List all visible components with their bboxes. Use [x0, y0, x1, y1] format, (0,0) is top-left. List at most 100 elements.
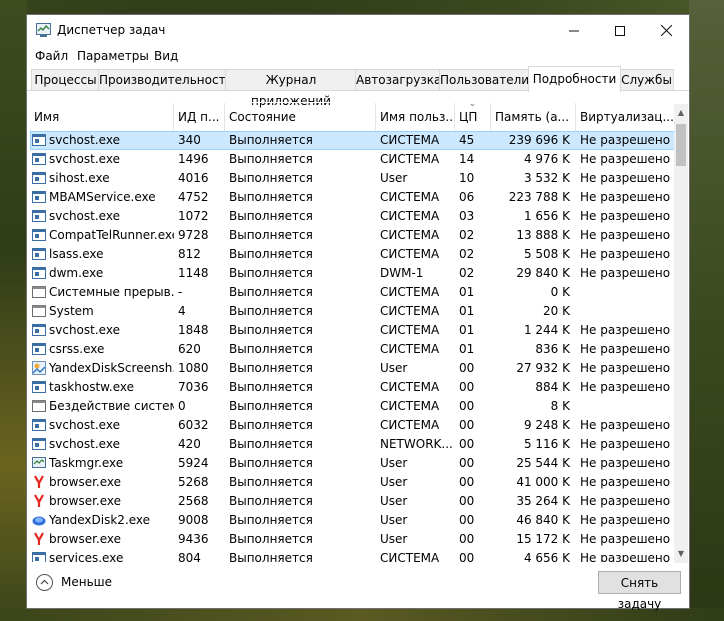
process-user: User — [380, 361, 408, 375]
table-row[interactable]: browser.exe 9436 Выполняется User 00 15 172 K… — [30, 530, 675, 549]
chevron-up-icon[interactable] — [36, 574, 53, 591]
process-virtualization: Не разрешено — [580, 342, 671, 356]
table-row[interactable]: svchost.exe 420 Выполняется NETWORK... 00 5 1… — [30, 435, 675, 454]
process-memory: 5 508 K — [523, 247, 570, 261]
table-row[interactable]: svchost.exe 1496 Выполняется СИСТЕМА 14 4 976… — [30, 150, 675, 169]
process-status: Выполняется — [229, 399, 313, 413]
table-row[interactable]: svchost.exe 340 Выполняется СИСТЕМА 45 239 69… — [30, 131, 675, 150]
column-header-virtualization[interactable]: Виртуализац... — [576, 103, 675, 131]
system-icon — [32, 285, 46, 299]
table-row[interactable]: System 4 Выполняется СИСТЕМА 01 20 K — [30, 302, 675, 321]
table-row[interactable]: Системные прерыв... - Выполняется СИСТЕМА 01… — [30, 283, 675, 302]
maximize-button[interactable] — [597, 15, 643, 46]
table-row[interactable]: sihost.exe 4016 Выполняется User 10 3 532 K Не… — [30, 169, 675, 188]
process-memory: 3 532 K — [523, 171, 570, 185]
table-row[interactable]: dwm.exe 1148 Выполняется DWM-1 02 29 840 K Не … — [30, 264, 675, 283]
vertical-scrollbar[interactable]: ▲ ▼ — [674, 104, 688, 563]
tab-services[interactable]: Службы — [619, 69, 674, 91]
service-icon — [32, 171, 46, 185]
task-manager-icon — [36, 23, 51, 37]
column-header-name[interactable]: Имя — [30, 103, 174, 131]
menu-file[interactable]: Файл — [35, 49, 68, 63]
process-status: Выполняется — [229, 494, 313, 508]
menu-view[interactable]: Вид — [154, 49, 178, 63]
table-row[interactable]: services.exe 804 Выполняется СИСТЕМА 00 4 656… — [30, 549, 675, 562]
table-row[interactable]: MBAMService.exe 4752 Выполняется СИСТЕМА 06 2… — [30, 188, 675, 207]
process-virtualization — [580, 283, 675, 302]
details-table: Имя ИД п... Состояние Имя польз... ⌄ ЦП … — [30, 102, 687, 562]
table-row[interactable]: Taskmgr.exe 5924 Выполняется User 00 25 544 K… — [30, 454, 675, 473]
process-memory: 9 248 K — [523, 418, 570, 432]
tab-details[interactable]: Подробности — [528, 66, 621, 92]
table-row[interactable]: svchost.exe 1072 Выполняется СИСТЕМА 03 1 656… — [30, 207, 675, 226]
service-icon — [32, 209, 46, 223]
process-status: Выполняется — [229, 285, 313, 299]
table-row[interactable]: lsass.exe 812 Выполняется СИСТЕМА 02 5 508 K Н… — [30, 245, 675, 264]
yandex-browser-icon — [32, 494, 46, 508]
close-button[interactable] — [643, 15, 689, 46]
process-cpu: 00 — [459, 513, 475, 527]
tab-performance[interactable]: Производительность — [98, 69, 233, 91]
table-row[interactable]: csrss.exe 620 Выполняется СИСТЕМА 01 836 K Не … — [30, 340, 675, 359]
process-cpu: 02 — [459, 228, 475, 242]
scroll-up-icon[interactable]: ▲ — [674, 106, 688, 120]
service-icon — [32, 190, 46, 204]
process-virtualization: Не разрешено — [580, 247, 671, 261]
column-header-cpu[interactable]: ⌄ ЦП — [455, 103, 491, 131]
table-row[interactable]: CompatTelRunner.exe 9728 Выполняется СИСТЕМ… — [30, 226, 675, 245]
table-row[interactable]: svchost.exe 6032 Выполняется СИСТЕМА 00 9 248… — [30, 416, 675, 435]
end-task-button[interactable]: Снять задачу — [598, 571, 681, 611]
minimize-button[interactable] — [551, 15, 597, 46]
process-user: User — [380, 532, 408, 546]
table-row[interactable]: taskhostw.exe 7036 Выполняется СИСТЕМА 00 884… — [30, 378, 675, 397]
scrollbar-thumb[interactable] — [676, 124, 686, 166]
table-row[interactable]: YandexDisk2.exe 9008 Выполняется User 00 46 8… — [30, 511, 675, 530]
tab-startup[interactable]: Автозагрузка — [355, 69, 441, 91]
service-icon — [32, 437, 46, 451]
process-pid: 420 — [178, 437, 201, 451]
process-cpu: 02 — [459, 266, 475, 280]
table-row[interactable]: browser.exe 2568 Выполняется User 00 35 264 K… — [30, 492, 675, 511]
yandex-browser-icon — [32, 475, 46, 489]
column-header-status[interactable]: Состояние — [225, 103, 376, 131]
process-memory: 223 788 K — [508, 190, 570, 204]
desktop-background — [0, 0, 27, 621]
process-name: svchost.exe — [49, 209, 120, 223]
table-row[interactable]: Бездействие системы 0 Выполняется СИСТЕМА 00… — [30, 397, 675, 416]
process-cpu: 01 — [459, 285, 475, 299]
process-name: CompatTelRunner.exe — [49, 228, 174, 242]
process-status: Выполняется — [229, 551, 313, 562]
scroll-down-icon[interactable]: ▼ — [674, 547, 688, 561]
table-row[interactable]: svchost.exe 1848 Выполняется СИСТЕМА 01 1 244… — [30, 321, 675, 340]
process-pid: 4752 — [178, 190, 209, 204]
process-virtualization: Не разрешено — [580, 190, 671, 204]
menu-options[interactable]: Параметры — [77, 49, 149, 63]
process-name: System — [49, 304, 94, 318]
process-cpu: 10 — [459, 171, 475, 185]
process-status: Выполняется — [229, 342, 313, 356]
process-status: Выполняется — [229, 171, 313, 185]
table-row[interactable]: browser.exe 5268 Выполняется User 00 41 000 K… — [30, 473, 675, 492]
process-user: СИСТЕМА — [380, 418, 440, 432]
yandex-browser-icon — [32, 532, 46, 546]
process-virtualization: Не разрешено — [580, 152, 671, 166]
process-cpu: 01 — [459, 342, 475, 356]
yandex-screenshot-icon — [32, 361, 46, 375]
column-header-user[interactable]: Имя польз... — [376, 103, 455, 131]
column-header-pid[interactable]: ИД п... — [174, 103, 225, 131]
process-user: СИСТЕМА — [380, 285, 440, 299]
fewer-details-link[interactable]: Меньше — [61, 575, 112, 589]
tab-processes[interactable]: Процессы — [31, 69, 100, 91]
process-name: services.exe — [49, 551, 124, 562]
service-icon — [32, 152, 46, 166]
process-memory: 1 656 K — [523, 209, 570, 223]
tab-app-history[interactable]: Журнал приложений — [225, 69, 357, 108]
column-header-memory[interactable]: Память (а... — [491, 103, 576, 131]
tab-users[interactable]: Пользователи — [439, 69, 530, 91]
process-pid: 9008 — [178, 513, 209, 527]
process-user: User — [380, 475, 408, 489]
table-row[interactable]: YandexDiskScreensh... 1080 Выполняется User… — [30, 359, 675, 378]
process-pid: - — [178, 285, 183, 299]
process-pid: 340 — [178, 133, 201, 147]
process-virtualization: Не разрешено — [580, 532, 671, 546]
